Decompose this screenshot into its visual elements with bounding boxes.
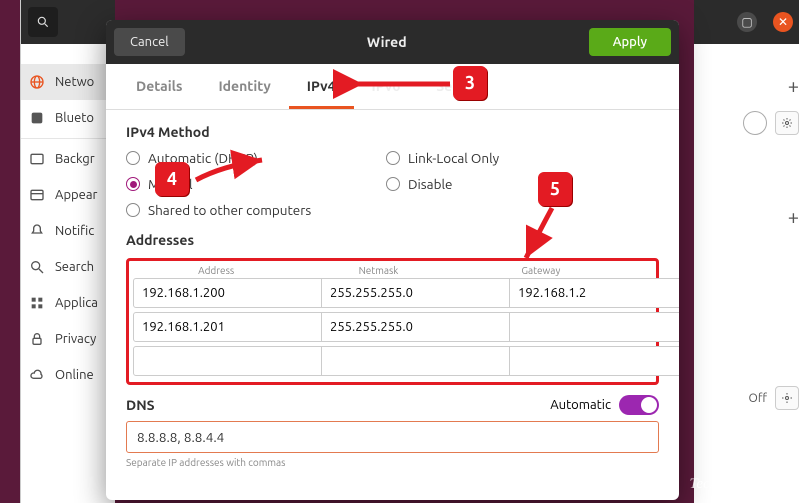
- sidebar-label: Appear: [55, 188, 97, 202]
- gear-icon: [781, 392, 793, 404]
- dialog-titlebar: Cancel Wired Apply: [106, 20, 679, 64]
- apply-button[interactable]: Apply: [589, 28, 671, 56]
- sidebar-label: Online: [55, 368, 94, 382]
- dns-servers-input[interactable]: [126, 421, 659, 453]
- radio-shared[interactable]: Shared to other computers: [126, 202, 386, 218]
- appearance-icon: [29, 187, 45, 203]
- annotation-arrow-5: [520, 206, 570, 270]
- address-row: [133, 312, 652, 342]
- sidebar-label: Blueto: [55, 111, 94, 125]
- search-icon: [36, 15, 50, 29]
- dialog-title: Wired: [185, 34, 589, 50]
- addresses-box: Address Netmask Gateway: [126, 258, 659, 385]
- gateway-input[interactable]: [510, 346, 679, 376]
- sidebar-item-notifications[interactable]: Notific: [21, 213, 115, 249]
- sidebar-item-network[interactable]: Netwo: [21, 64, 115, 100]
- bell-icon: [29, 223, 45, 239]
- annotation-arrow-4: [192, 158, 272, 192]
- sidebar-label: Backgr: [55, 152, 95, 166]
- dns-heading: DNS: [126, 397, 155, 413]
- addresses-heading: Addresses: [126, 232, 659, 248]
- proxy-off-label: Off: [749, 392, 767, 405]
- sidebar-item-background[interactable]: Backgr: [21, 141, 115, 177]
- sidebar-label: Netwo: [55, 75, 94, 89]
- netmask-input[interactable]: [322, 312, 510, 342]
- annotation-badge-4: 4: [155, 162, 189, 196]
- bluetooth-icon: [29, 110, 45, 126]
- sidebar-item-applications[interactable]: Applica: [21, 285, 115, 321]
- gear-icon: [781, 117, 793, 129]
- add-vpn-button[interactable]: +: [788, 205, 799, 228]
- sidebar-label: Notific: [55, 224, 94, 238]
- column-address: Address: [135, 265, 297, 276]
- add-connection-button[interactable]: +: [788, 74, 799, 97]
- connection-settings-button[interactable]: [775, 111, 799, 135]
- lock-icon: [29, 331, 45, 347]
- gateway-input[interactable]: [510, 312, 679, 342]
- address-input[interactable]: [133, 278, 322, 308]
- sidebar-search-button[interactable]: [28, 7, 58, 37]
- netmask-input[interactable]: [322, 346, 510, 376]
- tab-identity[interactable]: Identity: [200, 64, 288, 109]
- sidebar-item-search[interactable]: Search: [21, 249, 115, 285]
- sidebar-header: [21, 0, 115, 44]
- sidebar-item-bluetooth[interactable]: Blueto: [21, 100, 115, 136]
- window-close-button[interactable]: ✕: [773, 12, 793, 32]
- apps-icon: [29, 295, 45, 311]
- proxy-settings-button[interactable]: [775, 386, 799, 410]
- cloud-icon: [29, 367, 45, 383]
- annotation-arrow-3: [345, 74, 455, 98]
- settings-right-panel: ▢ ✕ + + Off: [694, 0, 799, 503]
- watermark: TecAdmin.net: [689, 476, 771, 493]
- annotation-badge-3: 3: [453, 66, 487, 100]
- globe-icon: [29, 74, 45, 90]
- background-icon: [29, 151, 45, 167]
- cancel-button[interactable]: Cancel: [114, 28, 185, 56]
- gateway-input[interactable]: [510, 278, 679, 308]
- sidebar-label: Privacy: [55, 332, 96, 346]
- address-input[interactable]: [133, 346, 322, 376]
- dns-hint: Separate IP addresses with commas: [126, 457, 659, 468]
- sidebar-label: Applica: [55, 296, 98, 310]
- address-input[interactable]: [133, 312, 322, 342]
- sidebar-label: Search: [55, 260, 94, 274]
- connection-toggle[interactable]: [743, 111, 767, 135]
- dns-automatic-toggle[interactable]: [619, 395, 659, 415]
- sidebar-item-privacy[interactable]: Privacy: [21, 321, 115, 357]
- window-minimize-button[interactable]: ▢: [737, 12, 757, 32]
- address-row: [133, 278, 652, 308]
- tab-details[interactable]: Details: [118, 64, 200, 109]
- annotation-badge-5: 5: [538, 172, 572, 206]
- settings-sidebar: Netwo Blueto Backgr Appear Notific Searc…: [20, 0, 115, 503]
- tab-ipv4[interactable]: IPv4: [289, 64, 354, 109]
- sidebar-item-online[interactable]: Online: [21, 357, 115, 393]
- ipv4-method-heading: IPv4 Method: [126, 124, 659, 140]
- search-icon: [29, 259, 45, 275]
- column-netmask: Netmask: [297, 265, 459, 276]
- dns-automatic-label: Automatic: [550, 398, 611, 412]
- netmask-input[interactable]: [322, 278, 510, 308]
- radio-link-local[interactable]: Link-Local Only: [386, 150, 586, 166]
- sidebar-item-appearance[interactable]: Appear: [21, 177, 115, 213]
- address-row: [133, 346, 652, 376]
